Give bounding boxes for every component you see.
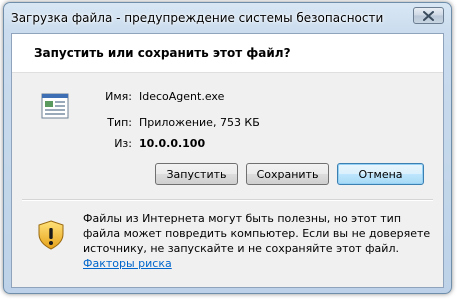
dialog-header: Запустить или сохранить этот файл? xyxy=(12,34,443,73)
file-source-value: 10.0.0.100 xyxy=(139,137,206,150)
save-button[interactable]: Сохранить xyxy=(246,163,329,185)
security-warning-dialog: Загрузка файла - предупреждение системы … xyxy=(3,2,452,294)
dialog-question: Запустить или сохранить этот файл? xyxy=(34,46,291,60)
window-title: Загрузка файла - предупреждение системы … xyxy=(11,11,384,25)
separator xyxy=(22,199,433,201)
cancel-button[interactable]: Отмена xyxy=(337,163,424,185)
name-label: Имя: xyxy=(105,90,132,103)
file-type-value: Приложение, 753 КБ xyxy=(139,116,260,129)
warning-text: Файлы из Интернета могут быть полезны, н… xyxy=(83,212,431,255)
type-label: Тип: xyxy=(107,116,132,129)
file-name-value: IdecoAgent.exe xyxy=(139,90,225,103)
warning-message: Файлы из Интернета могут быть полезны, н… xyxy=(83,211,435,271)
run-button[interactable]: Запустить xyxy=(155,163,238,185)
close-icon xyxy=(423,10,434,21)
title-bar[interactable]: Загрузка файла - предупреждение системы … xyxy=(4,3,451,33)
risk-factors-link[interactable]: Факторы риска xyxy=(83,257,172,270)
from-label: Из: xyxy=(114,137,132,150)
dialog-body: Запустить или сохранить этот файл? Имя: … xyxy=(11,33,444,288)
shield-warning-icon xyxy=(38,220,64,250)
close-button[interactable] xyxy=(413,7,444,24)
